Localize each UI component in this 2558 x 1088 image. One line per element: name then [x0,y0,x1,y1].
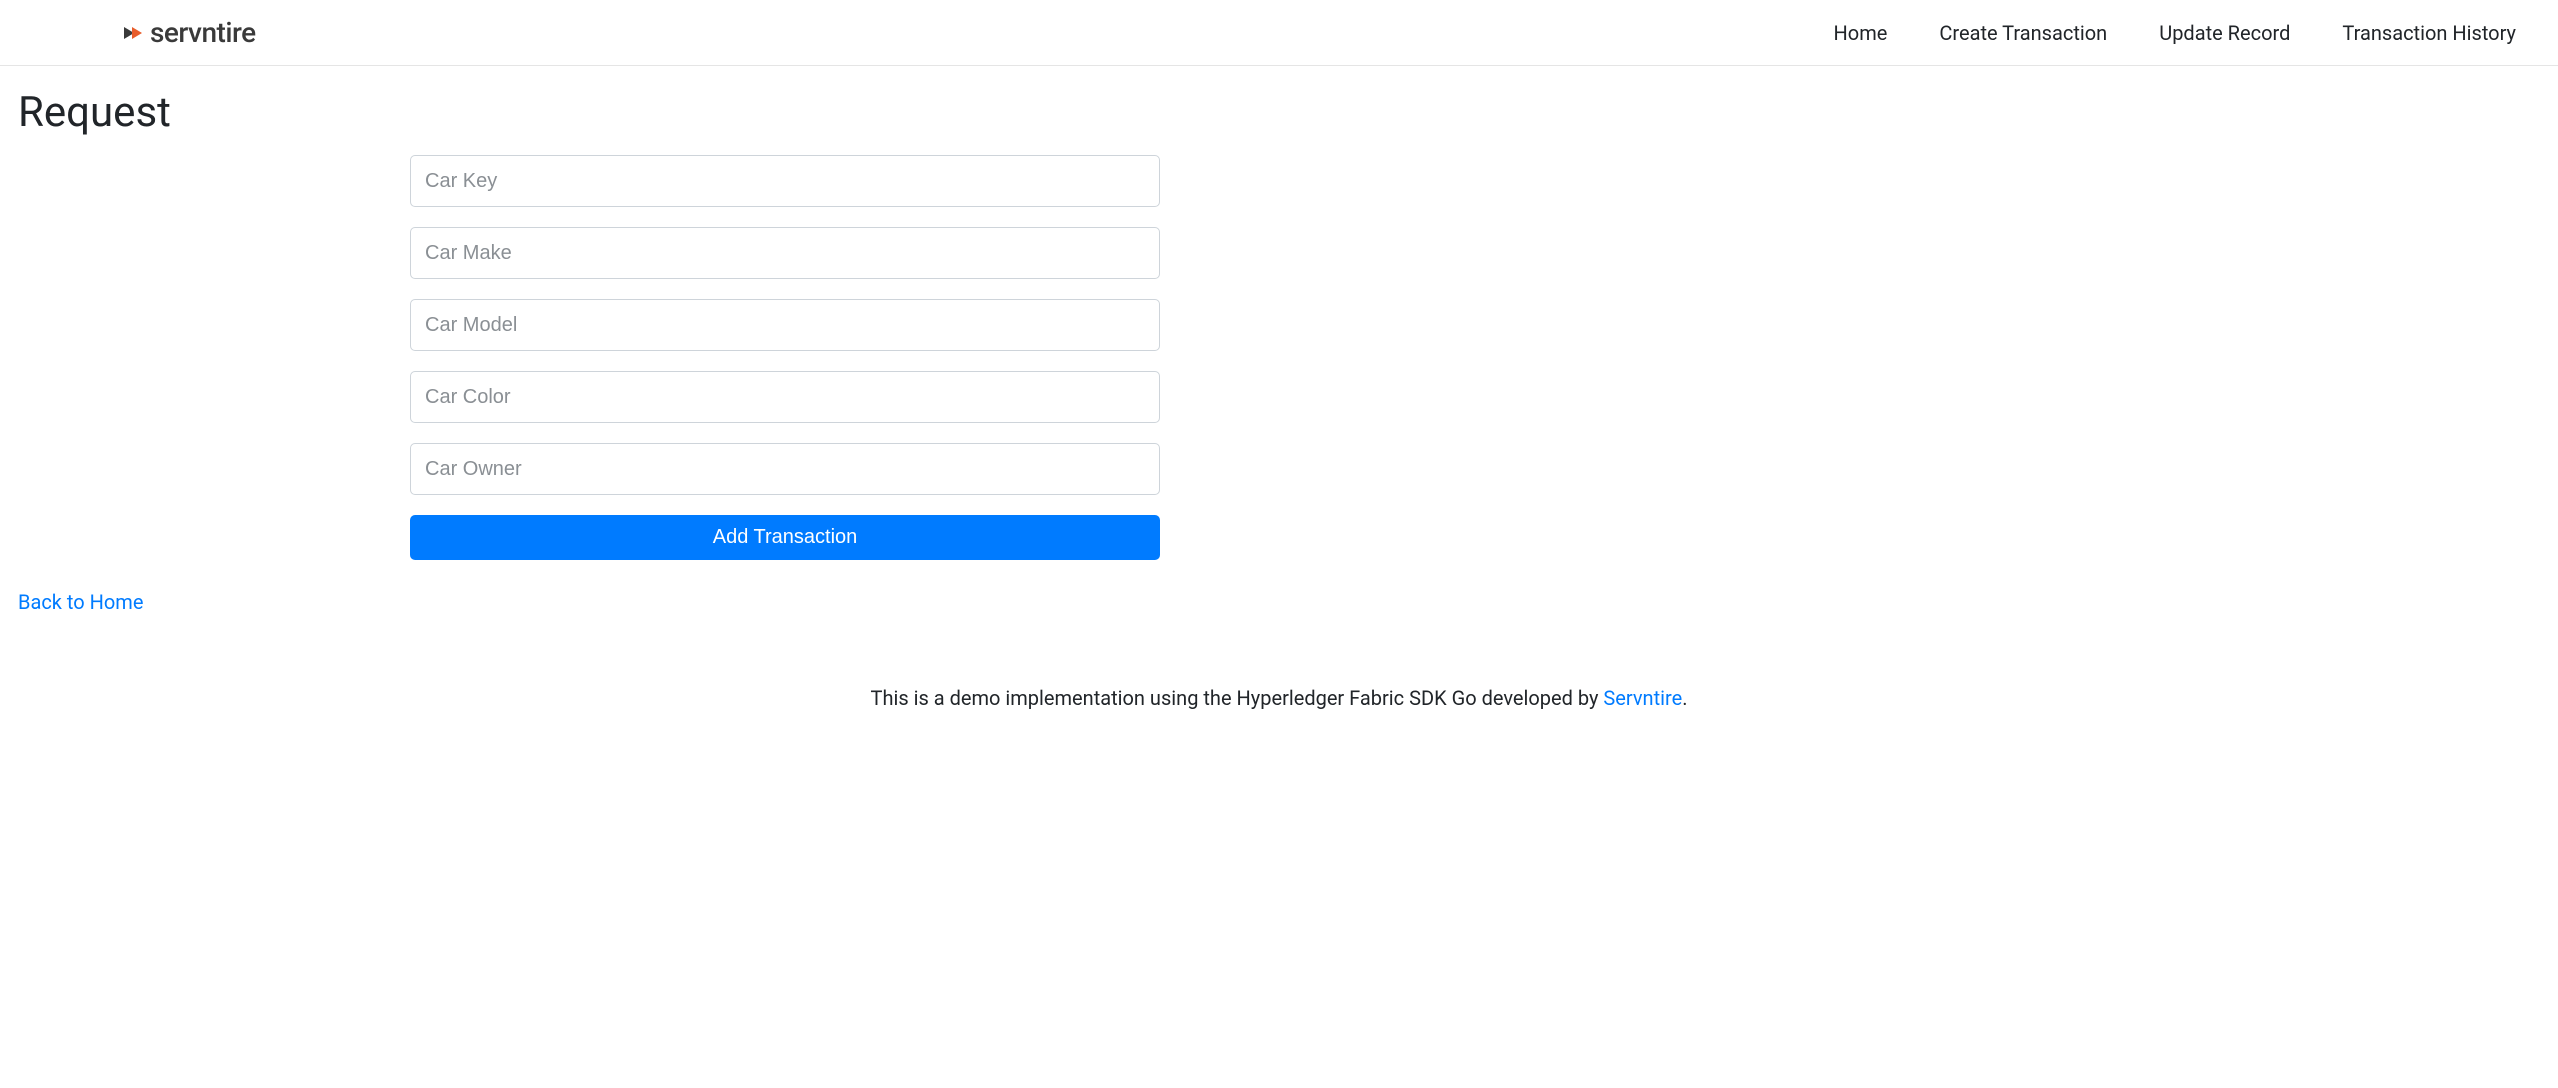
nav-item-home[interactable]: Home [1834,21,1888,45]
nav-item-update-record[interactable]: Update Record [2159,21,2290,45]
footer-servntire-link[interactable]: Servntire [1603,686,1682,710]
car-key-input[interactable] [410,155,1160,207]
footer-text-after: . [1682,686,1687,710]
request-form: Add Transaction [410,155,1160,560]
footer-text-before: This is a demo implementation using the … [871,686,1604,710]
nav-item-transaction-history[interactable]: Transaction History [2342,21,2516,45]
add-transaction-button[interactable]: Add Transaction [410,515,1160,560]
footer: This is a demo implementation using the … [0,636,2558,730]
nav-links: Home Create Transaction Update Record Tr… [1834,21,2516,45]
car-make-input[interactable] [410,227,1160,279]
page-title: Request [18,88,2540,137]
back-to-home-link[interactable]: Back to Home [18,590,143,614]
car-owner-input[interactable] [410,443,1160,495]
nav-item-create-transaction[interactable]: Create Transaction [1939,21,2107,45]
logo-icon [122,21,146,45]
navbar: servntire Home Create Transaction Update… [0,0,2558,66]
main-content: Request Add Transaction Back to Home [0,66,2558,636]
car-model-input[interactable] [410,299,1160,351]
logo-text: servntire [150,16,256,49]
car-color-input[interactable] [410,371,1160,423]
logo[interactable]: servntire [122,16,256,49]
